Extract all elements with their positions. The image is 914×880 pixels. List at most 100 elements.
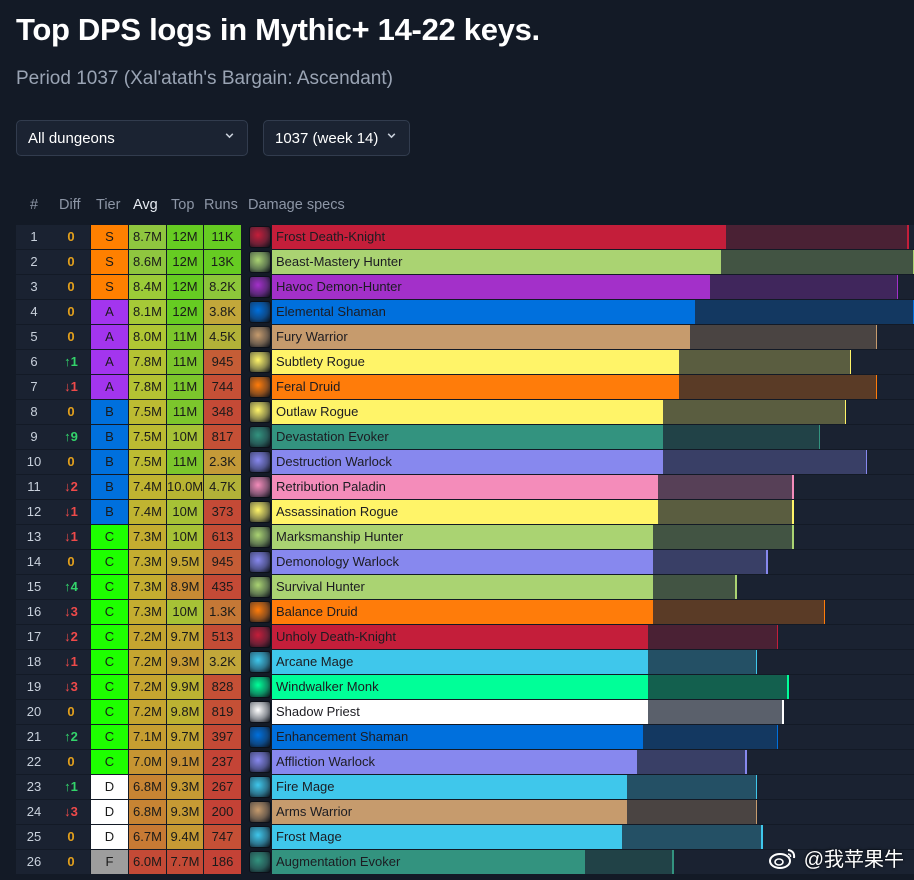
- table-row[interactable]: 14 0 C 7.3M 9.5M 945 Demonology Warlock: [16, 550, 914, 575]
- column-header-tier[interactable]: Tier: [96, 197, 120, 213]
- table-row[interactable]: 22 0 C 7.0M 9.1M 237 Affliction Warlock: [16, 750, 914, 775]
- top-dps-marker: [818, 425, 821, 449]
- spec-bar[interactable]: Fury Warrior: [272, 325, 914, 349]
- runs-cell: 4.7K: [203, 475, 241, 499]
- spec-bar[interactable]: Survival Hunter: [272, 575, 914, 599]
- diff-value: 4: [70, 579, 78, 594]
- table-row[interactable]: 17 ↓2 C 7.2M 9.7M 513 Unholy Death-Knight: [16, 625, 914, 650]
- devastation-evoker-icon: [249, 426, 271, 448]
- rank-cell: 5: [16, 325, 52, 349]
- spec-bar[interactable]: Affliction Warlock: [272, 750, 914, 774]
- table-row[interactable]: 6 ↑1 A 7.8M 11M 945 Subtlety Rogue: [16, 350, 914, 375]
- table-row[interactable]: 4 0 A 8.1M 12M 3.8K Elemental Shaman: [16, 300, 914, 325]
- table-row[interactable]: 18 ↓1 C 7.2M 9.3M 3.2K Arcane Mage: [16, 650, 914, 675]
- spec-bar[interactable]: Assassination Rogue: [272, 500, 914, 524]
- tier-badge: B: [90, 500, 128, 524]
- rank-cell: 17: [16, 625, 52, 649]
- diff-value: 3: [70, 804, 78, 819]
- spec-bar[interactable]: Subtlety Rogue: [272, 350, 914, 374]
- tier-badge: C: [90, 675, 128, 699]
- diff-cell: 0: [52, 325, 90, 349]
- table-row[interactable]: 24 ↓3 D 6.8M 9.3M 200 Arms Warrior: [16, 800, 914, 825]
- top-dps-marker: [787, 675, 789, 699]
- spec-bar[interactable]: Beast-Mastery Hunter: [272, 250, 914, 274]
- column-header-diff[interactable]: Diff: [59, 197, 81, 213]
- table-row[interactable]: 15 ↑4 C 7.3M 8.9M 435 Survival Hunter: [16, 575, 914, 600]
- avg-cell: 7.3M: [128, 550, 166, 574]
- spec-bar[interactable]: Balance Druid: [272, 600, 914, 624]
- table-row[interactable]: 5 0 A 8.0M 11M 4.5K Fury Warrior: [16, 325, 914, 350]
- top-cell: 8.9M: [166, 575, 203, 599]
- table-row[interactable]: 7 ↓1 A 7.8M 11M 744 Feral Druid: [16, 375, 914, 400]
- spec-bar[interactable]: Unholy Death-Knight: [272, 625, 914, 649]
- table-row[interactable]: 11 ↓2 B 7.4M 10.0M 4.7K Retribution Paladin: [16, 475, 914, 500]
- column-header-rank[interactable]: #: [30, 197, 38, 213]
- table-row[interactable]: 21 ↑2 C 7.1M 9.7M 397 Enhancement Shaman: [16, 725, 914, 750]
- table-row[interactable]: 19 ↓3 C 7.2M 9.9M 828 Windwalker Monk: [16, 675, 914, 700]
- spec-bar[interactable]: Arcane Mage: [272, 650, 914, 674]
- spec-bar[interactable]: Shadow Priest: [272, 700, 914, 724]
- spec-name: Marksmanship Hunter: [276, 529, 404, 544]
- rank-cell: 16: [16, 600, 52, 624]
- spec-bar[interactable]: Windwalker Monk: [272, 675, 914, 699]
- table-row[interactable]: 20 0 C 7.2M 9.8M 819 Shadow Priest: [16, 700, 914, 725]
- tier-badge: B: [90, 450, 128, 474]
- spec-name: Beast-Mastery Hunter: [276, 254, 403, 269]
- watermark: @我苹果牛: [768, 843, 904, 872]
- column-header-top[interactable]: Top: [171, 197, 194, 213]
- table-row[interactable]: 1 0 S 8.7M 12M 11K Frost Death-Knight: [16, 225, 914, 250]
- diff-value: 1: [70, 779, 78, 794]
- avg-cell: 7.3M: [128, 525, 166, 549]
- spec-bar[interactable]: Retribution Paladin: [272, 475, 914, 499]
- spec-bar[interactable]: Devastation Evoker: [272, 425, 914, 449]
- top-dps-marker: [792, 500, 794, 524]
- table-row[interactable]: 23 ↑1 D 6.8M 9.3M 267 Fire Mage: [16, 775, 914, 800]
- table-row[interactable]: 16 ↓3 C 7.3M 10M 1.3K Balance Druid: [16, 600, 914, 625]
- spec-name: Elemental Shaman: [276, 304, 386, 319]
- avg-cell: 7.4M: [128, 500, 166, 524]
- top-cell: 9.9M: [166, 675, 203, 699]
- runs-cell: 267: [203, 775, 241, 799]
- column-header-avg[interactable]: Avg: [133, 197, 158, 213]
- diff-cell: 0: [52, 825, 90, 849]
- runs-cell: 744: [203, 375, 241, 399]
- table-row[interactable]: 2 0 S 8.6M 12M 13K Beast-Mastery Hunter: [16, 250, 914, 275]
- dungeon-select[interactable]: All dungeons: [16, 120, 248, 156]
- top-dps-marker: [896, 275, 899, 299]
- demonology-warlock-icon: [249, 551, 271, 573]
- diff-value: 1: [70, 529, 78, 544]
- spec-bar[interactable]: Marksmanship Hunter: [272, 525, 914, 549]
- rank-cell: 9: [16, 425, 52, 449]
- table-row[interactable]: 12 ↓1 B 7.4M 10M 373 Assassination Rogue: [16, 500, 914, 525]
- avg-cell: 6.8M: [128, 775, 166, 799]
- spec-bar[interactable]: Frost Death-Knight: [272, 225, 914, 249]
- table-row[interactable]: 13 ↓1 C 7.3M 10M 613 Marksmanship Hunter: [16, 525, 914, 550]
- table-row[interactable]: 3 0 S 8.4M 12M 8.2K Havoc Demon-Hunter: [16, 275, 914, 300]
- diff-value: 9: [70, 429, 78, 444]
- spec-bar[interactable]: Feral Druid: [272, 375, 914, 399]
- spec-name: Augmentation Evoker: [276, 854, 401, 869]
- spec-bar[interactable]: Demonology Warlock: [272, 550, 914, 574]
- spec-bar[interactable]: Elemental Shaman: [272, 300, 914, 324]
- top-cell: 12M: [166, 250, 203, 274]
- spec-bar[interactable]: Havoc Demon-Hunter: [272, 275, 914, 299]
- spec-bar[interactable]: Fire Mage: [272, 775, 914, 799]
- top-cell: 12M: [166, 300, 203, 324]
- week-select[interactable]: 1037 (week 14): [263, 120, 410, 156]
- column-header-runs[interactable]: Runs: [204, 197, 238, 213]
- table-row[interactable]: 10 0 B 7.5M 11M 2.3K Destruction Warlock: [16, 450, 914, 475]
- runs-cell: 945: [203, 550, 241, 574]
- table-row[interactable]: 9 ↑9 B 7.5M 10M 817 Devastation Evoker: [16, 425, 914, 450]
- diff-value: 3: [70, 679, 78, 694]
- top-dps-marker: [823, 600, 826, 624]
- spec-bar[interactable]: Outlaw Rogue: [272, 400, 914, 424]
- balance-druid-icon: [249, 601, 271, 623]
- diff-cell: 0: [52, 300, 90, 324]
- spec-bar[interactable]: Destruction Warlock: [272, 450, 914, 474]
- spec-bar[interactable]: Arms Warrior: [272, 800, 914, 824]
- table-row[interactable]: 8 0 B 7.5M 11M 348 Outlaw Rogue: [16, 400, 914, 425]
- spec-bar[interactable]: Enhancement Shaman: [272, 725, 914, 749]
- spec-name: Unholy Death-Knight: [276, 629, 396, 644]
- spec-name: Frost Mage: [276, 829, 342, 844]
- diff-value: 3: [70, 604, 78, 619]
